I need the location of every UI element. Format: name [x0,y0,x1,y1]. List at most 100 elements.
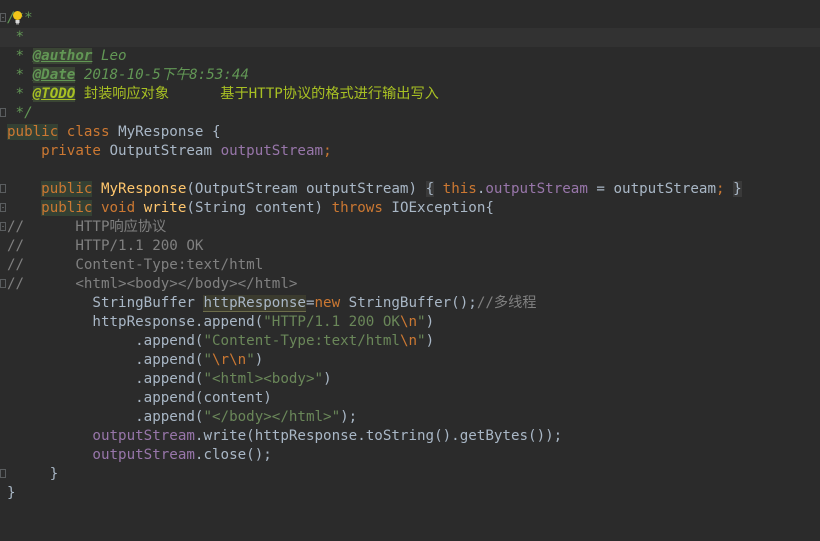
code-editor[interactable]: /** * * @author Leo * @Date 2018-10-5下午8… [0,0,820,535]
keyword-private: private [41,143,101,159]
code-line[interactable]: * @Date 2018-10-5下午8:53:44 [0,66,820,85]
string-literal: "Content-Type:text/html [203,333,400,349]
assignment: = outputStream [587,181,716,197]
code-line[interactable]: .append("\r\n") [0,351,820,370]
keyword-throws: throws [331,200,383,216]
code-line[interactable]: .append("</body></html>"); [0,408,820,427]
field-ref: outputStream [92,447,195,463]
field-ref: outputStream [92,428,195,444]
fold-marker-icon[interactable] [0,13,6,22]
method-call: .append(content) [135,390,272,406]
type-name: StringBuffer [92,295,204,311]
paren: ) [323,371,332,387]
code-line[interactable]: .append(content) [0,389,820,408]
author-tag: @author [32,48,93,64]
escape-sequence: \r\n [212,352,247,368]
string-literal: " [417,333,426,349]
field-type: OutputStream [109,143,213,159]
paren: ) [425,314,435,330]
code-line[interactable]: .append("Content-Type:text/html\n") [0,332,820,351]
code-line[interactable]: outputStream.close(); [0,446,820,465]
keyword-public: public [7,124,59,140]
line-comment: // <html><body></body></html> [7,276,298,292]
paren: ); [340,409,358,425]
code-line[interactable]: */ [0,104,820,123]
code-line[interactable]: // <html><body></body></html> [0,275,820,294]
exception-type: IOException{ [382,200,494,216]
keyword-void: void [100,200,136,216]
constructor-call: StringBuffer(); [340,295,477,311]
date-tag: @Date [32,67,76,83]
string-literal: " [246,352,255,368]
fold-marker-icon[interactable] [0,222,6,231]
string-literal: "<html><body>" [203,371,324,387]
field-name: outputStream [220,143,324,159]
semicolon: ; [716,181,725,197]
fold-marker-icon[interactable] [0,184,6,193]
code-line[interactable]: public void write(String content) throws… [0,199,820,218]
doc-comment: * [7,67,33,83]
method-name: write [143,200,187,216]
method-call: .close(); [194,447,272,463]
code-line[interactable]: StringBuffer httpResponse=new StringBuff… [0,294,820,313]
method-call: .append( [135,409,204,425]
string-literal: " [203,352,213,368]
doc-comment-end: */ [7,105,33,121]
code-line[interactable]: httpResponse.append("HTTP/1.1 200 OK\n") [0,313,820,332]
code-line[interactable]: // Content-Type:text/html [0,256,820,275]
keyword-this: this [442,181,477,197]
closing-brace: } [49,466,59,482]
fold-marker-icon[interactable] [0,279,6,288]
field-ref: outputStream [485,181,588,197]
fold-marker-icon[interactable] [0,108,6,117]
doc-comment: * [7,86,33,102]
line-comment: // Content-Type:text/html [7,257,264,273]
folded-body-close[interactable]: } [733,181,742,197]
doc-comment: * [7,29,25,45]
method-call: .append( [135,333,204,349]
code-line[interactable]: } [0,465,820,484]
escape-sequence: \n [399,314,418,330]
semicolon: ; [323,143,332,159]
todo-tag: @TODO [32,86,76,102]
line-comment: //多线程 [476,295,537,311]
keyword-public: public [41,200,93,216]
fold-marker-icon[interactable] [0,469,6,478]
paren: ) [425,333,435,349]
lightbulb-icon[interactable] [12,10,23,26]
constructor-params: (OutputStream outputStream) [186,181,418,197]
code-line[interactable]: * @TODO 封装响应对象 基于HTTP协议的格式进行输出写入 [0,85,820,104]
doc-comment: * [7,48,33,64]
string-literal: "</body></html>" [203,409,341,425]
author-value: Leo [92,48,127,64]
escape-sequence: \n [399,333,418,349]
code-line[interactable]: private OutputStream outputStream; [0,142,820,161]
constructor-name: MyResponse [100,181,187,197]
code-line[interactable]: /** [0,9,820,28]
code-line[interactable]: // HTTP/1.1 200 OK [0,237,820,256]
method-call: .write(httpResponse.toString().getBytes(… [194,428,563,444]
code-line[interactable]: } [0,484,820,503]
code-line[interactable]: .append("<html><body>") [0,370,820,389]
keyword-new: new [314,295,341,311]
method-call: .append( [135,352,204,368]
code-line[interactable]: * @author Leo [0,47,820,66]
paren: ) [254,352,264,368]
fold-marker-icon[interactable] [0,203,6,212]
string-literal: "HTTP/1.1 200 OK [263,314,400,330]
todo-value: 封装响应对象 基于HTTP协议的格式进行输出写入 [75,86,439,102]
folded-body-open[interactable]: { [425,181,435,197]
line-comment: // HTTP响应协议 [7,219,167,235]
variable-http-response: httpResponse [203,295,306,312]
closing-brace: } [7,485,16,501]
class-name: MyResponse { [118,124,221,140]
date-value: 2018-10-5下午8:53:44 [75,67,249,83]
code-line[interactable]: public class MyResponse { [0,123,820,142]
string-literal: " [417,314,426,330]
method-call: httpResponse.append( [92,314,264,330]
code-line[interactable]: public MyResponse(OutputStream outputStr… [0,180,820,199]
assign-op: = [305,295,315,311]
code-line[interactable]: // HTTP响应协议 [0,218,820,237]
code-line-current[interactable]: * [0,28,820,47]
code-line[interactable]: outputStream.write(httpResponse.toString… [0,427,820,446]
